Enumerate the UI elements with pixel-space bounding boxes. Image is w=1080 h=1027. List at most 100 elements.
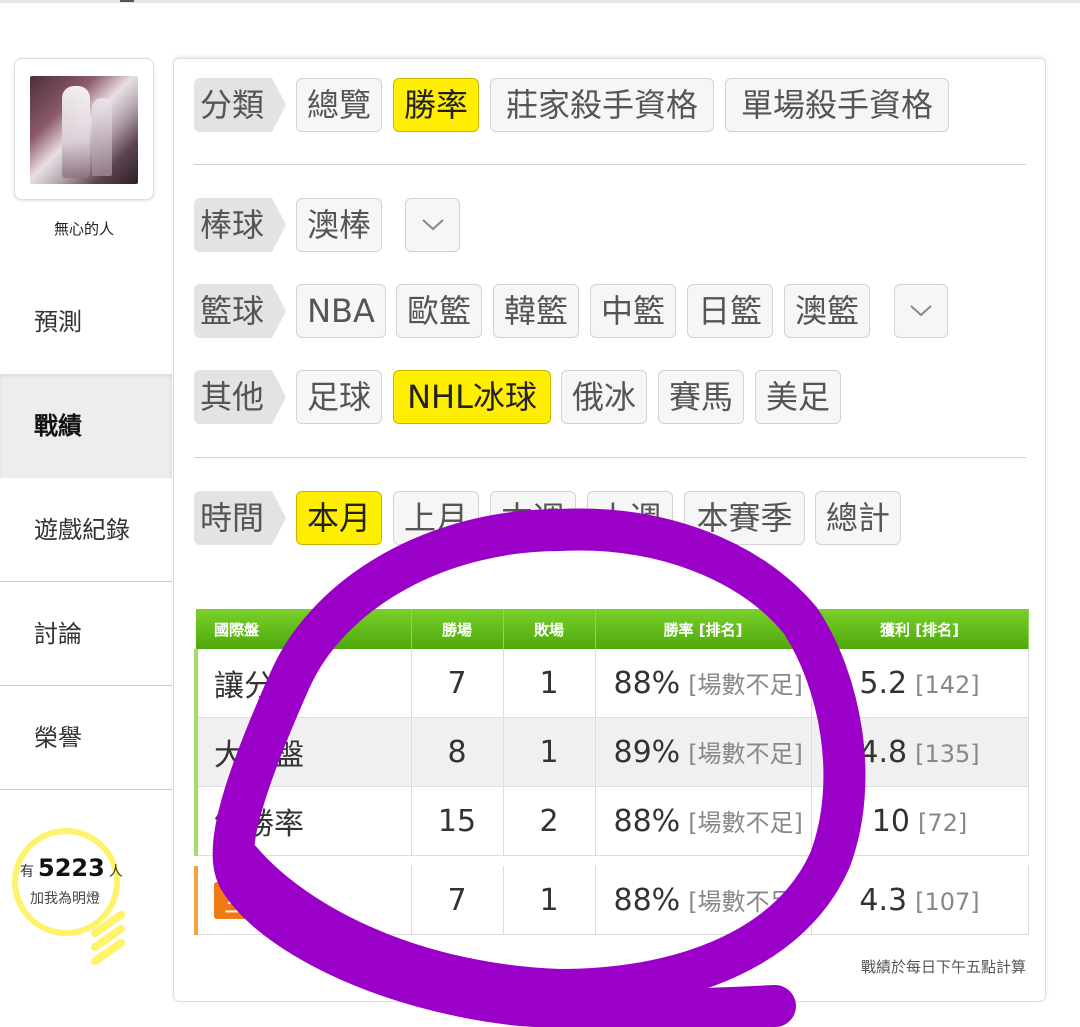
basketball-dropdown-button[interactable] <box>894 284 948 338</box>
divider <box>194 457 1026 458</box>
losses-cell: 1 <box>503 866 596 935</box>
win-rate-cell: 88% [場數不足] <box>595 866 812 935</box>
wins-cell: 8 <box>411 717 504 787</box>
col-header-market: 國際盤 <box>196 609 412 649</box>
avatar[interactable] <box>30 76 138 184</box>
chip-american-football[interactable]: 美足 <box>755 370 841 424</box>
table-row: 讓分 7 1 88% [場數不足] 5.2 [142] <box>194 649 1029 718</box>
chip-russian-hockey[interactable]: 俄冰 <box>561 370 647 424</box>
col-header-profit: 獲利 [排名] <box>811 609 1029 649</box>
profit-value: 4.8 <box>859 734 908 770</box>
win-rate-cell: 88% [場數不足] <box>595 649 812 718</box>
profit-rank: [72] <box>917 808 968 837</box>
nav-label: 榮譽 <box>34 724 82 752</box>
main-pick-row: 主推 7 1 88% [場數不足] 4.3 [107] <box>194 866 1029 935</box>
wins-cell: 15 <box>411 786 504 856</box>
chip-nba[interactable]: NBA <box>296 284 386 338</box>
win-rate-rank: [場數不足] <box>688 740 803 768</box>
win-rate-value: 88% <box>613 804 681 839</box>
profit-rank: [107] <box>915 887 980 916</box>
main-pick-badge: 主推 <box>214 881 287 919</box>
nav-item-game-log[interactable]: 遊戲紀錄 <box>0 478 172 582</box>
chip-this-month[interactable]: 本月 <box>296 491 382 545</box>
chip-bookie-killer[interactable]: 莊家殺手資格 <box>490 78 714 132</box>
chip-korea-basketball[interactable]: 韓籃 <box>493 284 579 338</box>
fans-widget[interactable]: 有 5223 人 加我為明燈 <box>10 828 130 976</box>
chip-total[interactable]: 總計 <box>815 491 901 545</box>
losses-cell: 1 <box>503 649 596 718</box>
filter-label-category: 分類 <box>194 78 286 132</box>
win-rate-value: 88% <box>613 666 681 701</box>
col-header-wins: 勝場 <box>411 609 504 649</box>
chip-japan-basketball[interactable]: 日籃 <box>687 284 773 338</box>
nav-label: 預測 <box>34 308 82 336</box>
chip-soccer[interactable]: 足球 <box>296 370 382 424</box>
chip-euro-basketball[interactable]: 歐籃 <box>396 284 482 338</box>
divider <box>194 164 1026 165</box>
calculation-note: 戰績於每日下午五點計算 <box>860 958 1026 976</box>
top-edge-mark <box>120 0 134 2</box>
chip-horse-racing[interactable]: 賽馬 <box>658 370 744 424</box>
top-divider <box>0 0 1080 3</box>
chip-this-season[interactable]: 本賽季 <box>684 491 805 545</box>
username[interactable]: 無心的人 <box>14 218 154 239</box>
avatar-card[interactable] <box>14 58 154 200</box>
row-name: 主推 <box>194 866 412 935</box>
add-fan-label[interactable]: 加我為明燈 <box>30 888 100 908</box>
wins-cell: 7 <box>411 649 504 718</box>
baseball-dropdown-button[interactable] <box>405 198 460 252</box>
row-name: 讓分 <box>194 649 412 718</box>
filter-label-baseball: 棒球 <box>194 198 286 252</box>
profit-cell: 4.3 [107] <box>811 866 1029 935</box>
win-rate-rank: [場數不足] <box>688 671 803 699</box>
chip-aus-baseball[interactable]: 澳棒 <box>296 198 382 252</box>
filter-label-other: 其他 <box>194 370 286 424</box>
nav-item-discussion[interactable]: 討論 <box>0 582 172 686</box>
profit-value: 10 <box>871 803 910 839</box>
profit-value: 5.2 <box>859 665 908 701</box>
record-table: 國際盤 勝場 敗場 勝率 [排名] 獲利 [排名] 讓分 7 1 88% [場數不… <box>194 609 1029 935</box>
chip-this-week[interactable]: 本週 <box>490 491 576 545</box>
col-header-win-rate: 勝率 [排名] <box>595 609 812 649</box>
nav-label: 戰績 <box>34 412 82 440</box>
profit-cell: 5.2 [142] <box>811 649 1029 718</box>
col-header-losses: 敗場 <box>503 609 596 649</box>
filter-label-basketball: 籃球 <box>194 284 286 338</box>
win-rate-rank: [場數不足] <box>688 888 803 916</box>
losses-cell: 1 <box>503 717 596 787</box>
profit-cell: 10 [72] <box>811 786 1029 856</box>
profit-cell: 4.8 [135] <box>811 717 1029 787</box>
nav-label: 遊戲紀錄 <box>34 516 130 544</box>
nav-item-honor[interactable]: 榮譽 <box>0 686 172 790</box>
chip-overview[interactable]: 總覽 <box>296 78 382 132</box>
chip-last-week[interactable]: 上週 <box>587 491 673 545</box>
profit-value: 4.3 <box>859 882 908 918</box>
fans-suffix: 人 <box>108 864 123 880</box>
chip-single-killer[interactable]: 單場殺手資格 <box>725 78 949 132</box>
chip-aus-basketball[interactable]: 澳籃 <box>784 284 870 338</box>
wins-cell: 7 <box>411 866 504 935</box>
chevron-down-icon <box>421 219 444 231</box>
losses-cell: 2 <box>503 786 596 856</box>
win-rate-rank: [場數不足] <box>688 809 803 837</box>
win-rate-value: 88% <box>613 883 681 918</box>
filter-label-time: 時間 <box>194 491 286 545</box>
table-row: 總勝率 15 2 88% [場數不足] 10 [72] <box>194 786 1029 856</box>
win-rate-value: 89% <box>613 735 681 770</box>
table-row: 大小盤 8 1 89% [場數不足] 4.8 [135] <box>194 717 1029 787</box>
chip-nhl-hockey[interactable]: NHL冰球 <box>393 370 551 424</box>
chip-win-rate[interactable]: 勝率 <box>393 78 479 132</box>
row-name: 大小盤 <box>194 717 412 787</box>
win-rate-cell: 89% [場數不足] <box>595 717 812 787</box>
table-header-row: 國際盤 勝場 敗場 勝率 [排名] 獲利 [排名] <box>196 609 1029 649</box>
nav-item-predict[interactable]: 預測 <box>0 270 172 374</box>
nav-label: 討論 <box>34 620 82 648</box>
win-rate-cell: 88% [場數不足] <box>595 786 812 856</box>
chevron-down-icon <box>910 305 932 317</box>
fans-count-line: 有 5223 人 <box>20 854 123 882</box>
chip-last-month[interactable]: 上月 <box>393 491 479 545</box>
fans-prefix: 有 <box>20 864 34 880</box>
chip-china-basketball[interactable]: 中籃 <box>590 284 676 338</box>
nav-item-record[interactable]: 戰績 <box>0 374 172 478</box>
lightbulb-base-icon <box>88 909 128 967</box>
